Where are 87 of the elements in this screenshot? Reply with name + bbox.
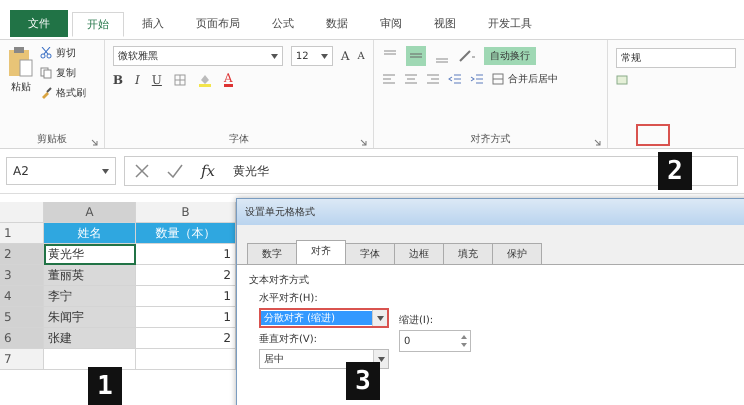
ribbon-tab[interactable]: 文件 [10, 10, 68, 37]
table-cell: 张建 [44, 328, 136, 349]
cancel-icon[interactable] [135, 164, 149, 178]
dialog-launcher-icon[interactable] [90, 139, 98, 146]
brush-icon [40, 87, 52, 99]
field-label: 水平对齐(H): [259, 292, 319, 305]
merge-icon [492, 73, 504, 85]
dropdown-arrow-icon[interactable] [102, 168, 109, 174]
column-header[interactable]: A [44, 202, 136, 223]
row-header[interactable]: 7 [0, 349, 44, 370]
merge-center-button[interactable]: 合并后居中 [492, 72, 558, 86]
ribbon-tab[interactable]: 页面布局 [182, 12, 254, 35]
table-cell: 姓名 [44, 223, 136, 244]
ribbon-tab[interactable]: 视图 [420, 12, 470, 35]
formula-value: 黄光华 [233, 162, 270, 180]
table-cell: 朱闻宇 [44, 307, 136, 328]
step-number-label: 2 [658, 152, 692, 190]
row-header[interactable]: 3 [0, 265, 44, 286]
dialog-launcher-icon[interactable] [594, 139, 601, 146]
italic-button[interactable]: I [135, 72, 140, 86]
column-header[interactable]: B [136, 202, 236, 223]
wrap-text-button[interactable]: 自动换行 [484, 47, 536, 65]
step-number-label: 3 [346, 362, 380, 400]
table-cell: 黄光华 [44, 244, 136, 265]
dialog-launcher-icon[interactable] [360, 139, 367, 146]
highlight-frame [636, 124, 670, 146]
middle-align-icon[interactable] [406, 46, 426, 66]
ribbon-tab[interactable]: 插入 [128, 12, 178, 35]
group-label: 对齐方式 [470, 132, 510, 146]
dialog-tab[interactable]: 填充 [443, 243, 493, 264]
orientation-icon[interactable] [458, 49, 476, 63]
font-size-field[interactable]: 12 [290, 46, 333, 66]
align-right-icon[interactable] [426, 73, 440, 85]
cut-button[interactable]: 剪切 [40, 46, 86, 60]
increase-indent-icon[interactable] [470, 73, 484, 85]
row-header[interactable]: 6 [0, 328, 44, 349]
row-header[interactable]: 2 [0, 244, 44, 265]
bold-button[interactable]: B [112, 72, 124, 86]
copy-button[interactable]: 复制 [40, 66, 86, 80]
align-left-icon[interactable] [382, 73, 396, 85]
insert-function-label[interactable]: fx [201, 162, 216, 180]
dialog-tab[interactable]: 对齐 [296, 240, 346, 264]
dialog-title: 设置单元格格式 [245, 206, 315, 219]
clipboard-icon [8, 46, 34, 78]
format-painter-button[interactable]: 格式刷 [40, 86, 86, 100]
dropdown-arrow-icon[interactable] [378, 356, 384, 362]
underline-button[interactable]: U [152, 72, 162, 86]
field-label: 缩进(I): [399, 314, 434, 327]
grow-font-button[interactable]: A [340, 49, 350, 63]
ribbon-tab[interactable]: 开始 [72, 12, 124, 36]
paste-button[interactable]: 粘贴 [8, 46, 34, 132]
ribbon-tab[interactable]: 数据 [312, 12, 362, 35]
scissors-icon [40, 47, 52, 59]
indent-field[interactable]: 0 [399, 330, 471, 352]
vertical-align-field[interactable]: 居中 [259, 349, 389, 369]
table-cell: 李宁 [44, 286, 136, 307]
decrease-indent-icon[interactable] [448, 73, 462, 85]
group-label: 字体 [228, 132, 249, 146]
row-header[interactable]: 5 [0, 307, 44, 328]
group-label: 剪贴板 [36, 132, 67, 146]
font-name-field[interactable]: 微软雅黑 [112, 46, 283, 66]
ribbon-tab[interactable]: 审阅 [366, 12, 416, 35]
step-number-label: 1 [88, 367, 122, 405]
section-title: 文本对齐方式 [249, 274, 310, 287]
borders-icon[interactable] [174, 74, 186, 86]
shrink-font-button[interactable]: A [358, 50, 365, 62]
row-header[interactable]: 1 [0, 223, 44, 244]
dropdown-arrow-icon[interactable] [270, 54, 278, 58]
field-label: 垂直对齐(V): [259, 332, 318, 346]
dropdown-arrow-icon[interactable] [320, 54, 328, 58]
align-center-icon[interactable] [404, 73, 418, 85]
table-cell: 董丽英 [44, 265, 136, 286]
fill-color-icon[interactable] [198, 72, 212, 86]
dialog-tab[interactable]: 字体 [345, 243, 395, 264]
name-box[interactable]: A2 [6, 157, 116, 185]
row-header[interactable]: 4 [0, 286, 44, 307]
dialog-tab[interactable]: 数字 [247, 243, 297, 264]
copy-icon [40, 67, 52, 79]
ribbon-tab[interactable]: 公式 [258, 12, 308, 35]
table-cell: 数量（本） [136, 223, 236, 244]
number-format-field[interactable]: 常规 [616, 48, 736, 68]
dialog-tab[interactable]: 保护 [492, 243, 542, 264]
check-icon[interactable] [167, 164, 183, 178]
font-color-button[interactable]: A [224, 72, 233, 87]
dialog-tab[interactable]: 边框 [394, 243, 444, 264]
ribbon-tab[interactable]: 开发工具 [474, 12, 546, 35]
dropdown-arrow-icon[interactable] [376, 316, 384, 320]
